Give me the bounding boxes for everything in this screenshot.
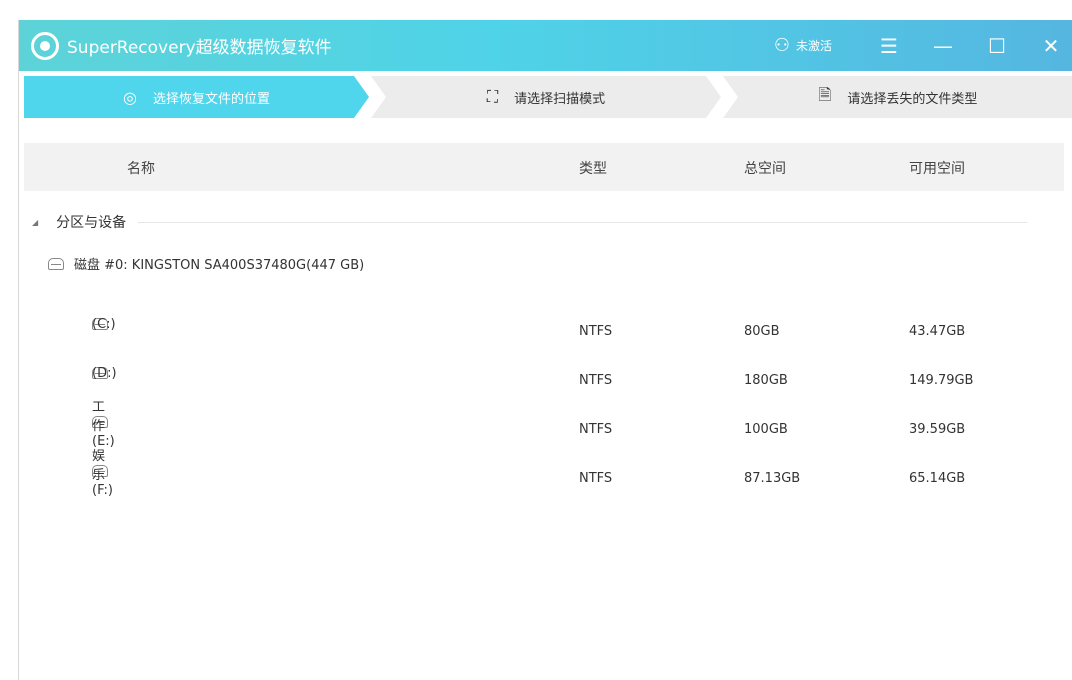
drive-name: (C:) xyxy=(92,316,116,332)
drive-free: 65.14GB xyxy=(909,471,966,486)
drive-free: 43.47GB xyxy=(909,324,966,339)
drive-total: 180GB xyxy=(744,373,788,388)
minimize-button[interactable]: — xyxy=(916,34,970,58)
table-row[interactable]: (D:) NTFS 180GB 149.79GB xyxy=(24,366,1064,403)
drive-free: 149.79GB xyxy=(909,373,974,388)
drive-name: 工作(E:) xyxy=(92,399,115,449)
drive-name: (D:) xyxy=(92,365,117,381)
location-target-icon: ◎ xyxy=(123,87,137,107)
app-title: SuperRecovery超级数据恢复软件 xyxy=(67,38,332,58)
table-row[interactable]: 娱乐(F:) NTFS 87.13GB 65.14GB xyxy=(24,449,1064,501)
step-label: 请选择扫描模式 xyxy=(514,91,606,107)
maximize-button[interactable]: ☐ xyxy=(970,34,1024,58)
minimize-icon: — xyxy=(933,33,953,58)
disk-label: 磁盘 #0: KINGSTON SA400S37480G(447 GB) xyxy=(74,258,365,273)
menu-button[interactable]: ☰ xyxy=(862,34,916,58)
step-file-type[interactable]: 🗎 请选择丢失的文件类型 xyxy=(723,76,1072,118)
scan-frame-icon: ⛶ xyxy=(486,87,499,106)
close-button[interactable]: ✕ xyxy=(1024,34,1072,58)
header-type[interactable]: 类型 xyxy=(579,158,607,178)
header-free[interactable]: 可用空间 xyxy=(909,158,965,178)
title-bar: SuperRecovery超级数据恢复软件 ⚇ 未激活 ☰ — ☐ ✕ xyxy=(19,20,1072,71)
app-logo-icon xyxy=(31,31,59,60)
drive-type: NTFS xyxy=(579,422,613,437)
drive-total: 87.13GB xyxy=(744,471,801,486)
disk-item[interactable]: 磁盘 #0: KINGSTON SA400S37480G(447 GB) xyxy=(48,254,364,273)
drive-total: 80GB xyxy=(744,324,780,339)
table-header: 名称 类型 总空间 可用空间 xyxy=(24,143,1064,191)
group-partitions[interactable]: ◢ 分区与设备 xyxy=(32,212,1027,232)
drive-type: NTFS xyxy=(579,471,613,486)
document-icon: 🗎 xyxy=(818,84,832,104)
collapse-triangle-icon[interactable]: ◢ xyxy=(32,218,38,227)
step-label: 选择恢复文件的位置 xyxy=(152,91,270,107)
drive-free: 39.59GB xyxy=(909,422,966,437)
drive-type: NTFS xyxy=(579,324,613,339)
activation-button[interactable]: ⚇ 未激活 xyxy=(774,35,832,56)
drive-type: NTFS xyxy=(579,373,613,388)
drive-name: 娱乐(F:) xyxy=(92,448,113,498)
menu-icon: ☰ xyxy=(880,33,898,58)
group-label: 分区与设备 xyxy=(56,215,127,231)
table-row[interactable]: 工作(E:) NTFS 100GB 39.59GB xyxy=(24,400,1064,452)
disk-icon xyxy=(48,257,64,270)
drive-total: 100GB xyxy=(744,422,788,437)
step-location[interactable]: ◎ 选择恢复文件的位置 xyxy=(24,76,369,118)
maximize-icon: ☐ xyxy=(988,33,1006,58)
user-icon: ⚇ xyxy=(773,35,790,56)
header-name[interactable]: 名称 xyxy=(127,158,155,178)
step-scan-mode[interactable]: ⛶ 请选择扫描模式 xyxy=(371,76,721,118)
table-row[interactable]: (C:) NTFS 80GB 43.47GB xyxy=(24,317,1064,354)
wizard-steps: ◎ 选择恢复文件的位置 ⛶ 请选择扫描模式 🗎 请选择丢失的文件类型 xyxy=(24,76,1072,118)
divider xyxy=(138,221,1027,223)
step-label: 请选择丢失的文件类型 xyxy=(847,91,978,107)
close-icon: ✕ xyxy=(1042,33,1060,58)
header-total[interactable]: 总空间 xyxy=(744,158,786,178)
activation-status: 未激活 xyxy=(795,39,832,53)
